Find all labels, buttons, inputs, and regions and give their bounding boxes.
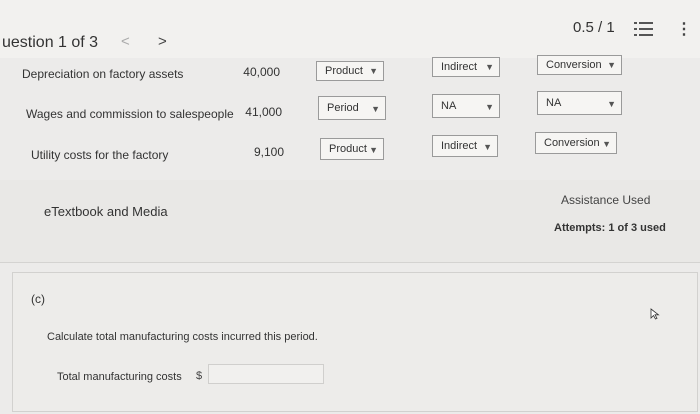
previous-question-button[interactable]: < <box>121 33 130 50</box>
select-value: Period <box>327 102 359 114</box>
select-value: Conversion <box>546 59 602 71</box>
prime-conversion-select-utility[interactable]: Conversion ▼ <box>535 132 617 154</box>
chevron-down-icon: ▼ <box>607 60 616 70</box>
cost-type-select-wages[interactable]: Period ▼ <box>318 96 386 120</box>
question-score: 0.5 / 1 <box>573 19 615 36</box>
direct-indirect-select-utility[interactable]: Indirect ▼ <box>432 135 498 157</box>
select-value: Indirect <box>441 140 478 152</box>
select-value: Indirect <box>441 61 478 73</box>
section-divider <box>0 262 700 263</box>
next-question-button[interactable]: > <box>158 33 167 50</box>
question-header: uestion 1 of 3 < > 0.5 / 1 ⋮ <box>0 0 700 58</box>
chevron-down-icon: ▼ <box>369 66 378 76</box>
part-c-instructions: Calculate total manufacturing costs incu… <box>47 331 318 343</box>
cost-type-select-depreciation[interactable]: Product ▼ <box>316 61 384 81</box>
chevron-down-icon: ▼ <box>607 99 616 109</box>
row-label-wages: Wages and commission to salespeople <box>26 107 234 121</box>
direct-indirect-select-wages[interactable]: NA ▼ <box>432 94 500 118</box>
select-value: Product <box>325 65 363 77</box>
question-counter: uestion 1 of 3 <box>2 34 99 51</box>
list-icon[interactable] <box>634 20 654 38</box>
select-value: NA <box>441 100 457 112</box>
mouse-cursor-icon <box>650 308 660 320</box>
direct-indirect-select-depreciation[interactable]: Indirect ▼ <box>432 57 500 77</box>
row-amount-wages: 41,000 <box>245 105 282 119</box>
attempts-counter: Attempts: 1 of 3 used <box>554 222 666 234</box>
cost-type-select-utility[interactable]: Product ▼ <box>320 138 384 160</box>
prime-conversion-select-wages[interactable]: NA ▼ <box>537 91 622 115</box>
total-manufacturing-costs-label: Total manufacturing costs <box>57 371 182 383</box>
more-vertical-icon[interactable]: ⋮ <box>676 19 692 39</box>
chevron-down-icon: ▼ <box>369 145 378 155</box>
chevron-down-icon: ▼ <box>371 104 380 114</box>
row-label-depreciation: Depreciation on factory assets <box>22 67 184 81</box>
chevron-down-icon: ▼ <box>483 142 492 152</box>
chevron-down-icon: ▼ <box>485 62 494 72</box>
currency-symbol: $ <box>196 370 203 382</box>
total-manufacturing-costs-input[interactable] <box>208 364 324 384</box>
prime-conversion-select-depreciation[interactable]: Conversion ▼ <box>537 55 622 75</box>
chevron-down-icon: ▼ <box>485 102 494 112</box>
select-value: Product <box>329 143 367 155</box>
assistance-used-status: Assistance Used <box>561 193 651 207</box>
row-label-utility: Utility costs for the factory <box>31 148 169 162</box>
chevron-down-icon: ▼ <box>602 139 611 149</box>
part-c-label: (c) <box>31 292 45 306</box>
select-value: Conversion <box>544 137 600 149</box>
select-value: NA <box>546 97 562 109</box>
row-amount-depreciation: 40,000 <box>243 65 280 79</box>
etextbook-link[interactable]: eTextbook and Media <box>44 204 168 219</box>
row-amount-utility: 9,100 <box>253 145 284 159</box>
